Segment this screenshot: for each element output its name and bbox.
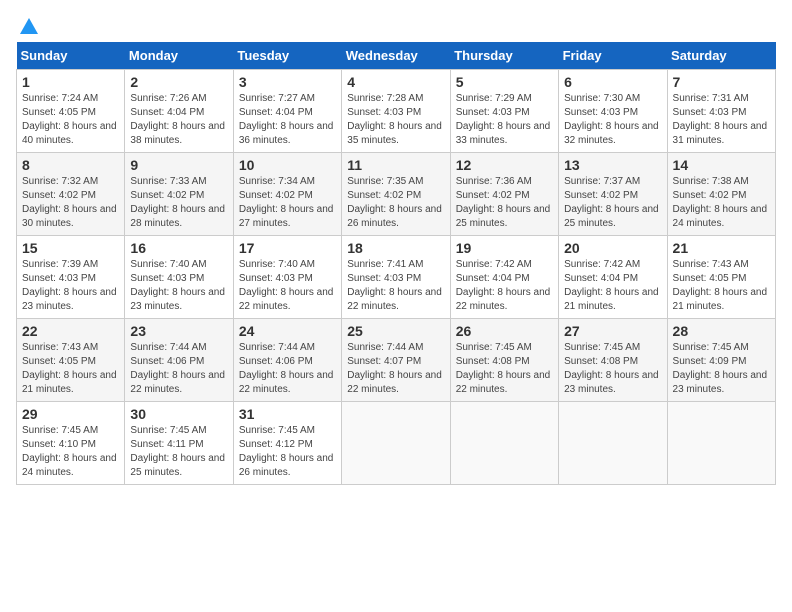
calendar-cell: 10Sunrise: 7:34 AMSunset: 4:02 PMDayligh…	[233, 153, 341, 236]
calendar-table: SundayMondayTuesdayWednesdayThursdayFrid…	[16, 42, 776, 485]
calendar-cell: 7Sunrise: 7:31 AMSunset: 4:03 PMDaylight…	[667, 70, 775, 153]
calendar-cell: 1Sunrise: 7:24 AMSunset: 4:05 PMDaylight…	[17, 70, 125, 153]
calendar-cell: 29Sunrise: 7:45 AMSunset: 4:10 PMDayligh…	[17, 402, 125, 485]
calendar-cell: 3Sunrise: 7:27 AMSunset: 4:04 PMDaylight…	[233, 70, 341, 153]
calendar-cell: 24Sunrise: 7:44 AMSunset: 4:06 PMDayligh…	[233, 319, 341, 402]
calendar-cell: 11Sunrise: 7:35 AMSunset: 4:02 PMDayligh…	[342, 153, 450, 236]
calendar-cell	[667, 402, 775, 485]
calendar-cell: 30Sunrise: 7:45 AMSunset: 4:11 PMDayligh…	[125, 402, 233, 485]
calendar-cell	[450, 402, 558, 485]
calendar-cell: 28Sunrise: 7:45 AMSunset: 4:09 PMDayligh…	[667, 319, 775, 402]
calendar-cell: 17Sunrise: 7:40 AMSunset: 4:03 PMDayligh…	[233, 236, 341, 319]
calendar-cell	[342, 402, 450, 485]
calendar-cell: 8Sunrise: 7:32 AMSunset: 4:02 PMDaylight…	[17, 153, 125, 236]
calendar-cell: 9Sunrise: 7:33 AMSunset: 4:02 PMDaylight…	[125, 153, 233, 236]
calendar-cell: 2Sunrise: 7:26 AMSunset: 4:04 PMDaylight…	[125, 70, 233, 153]
weekday-header-friday: Friday	[559, 42, 667, 70]
calendar-cell: 6Sunrise: 7:30 AMSunset: 4:03 PMDaylight…	[559, 70, 667, 153]
calendar-cell: 4Sunrise: 7:28 AMSunset: 4:03 PMDaylight…	[342, 70, 450, 153]
calendar-cell: 22Sunrise: 7:43 AMSunset: 4:05 PMDayligh…	[17, 319, 125, 402]
weekday-header-thursday: Thursday	[450, 42, 558, 70]
calendar-cell: 18Sunrise: 7:41 AMSunset: 4:03 PMDayligh…	[342, 236, 450, 319]
weekday-header-saturday: Saturday	[667, 42, 775, 70]
logo	[16, 16, 40, 34]
calendar-cell	[559, 402, 667, 485]
weekday-header-sunday: Sunday	[17, 42, 125, 70]
calendar-cell: 16Sunrise: 7:40 AMSunset: 4:03 PMDayligh…	[125, 236, 233, 319]
weekday-header-monday: Monday	[125, 42, 233, 70]
weekday-header-wednesday: Wednesday	[342, 42, 450, 70]
calendar-cell: 12Sunrise: 7:36 AMSunset: 4:02 PMDayligh…	[450, 153, 558, 236]
logo-icon	[18, 16, 40, 38]
calendar-cell: 31Sunrise: 7:45 AMSunset: 4:12 PMDayligh…	[233, 402, 341, 485]
calendar-cell: 21Sunrise: 7:43 AMSunset: 4:05 PMDayligh…	[667, 236, 775, 319]
calendar-cell: 19Sunrise: 7:42 AMSunset: 4:04 PMDayligh…	[450, 236, 558, 319]
calendar-cell: 15Sunrise: 7:39 AMSunset: 4:03 PMDayligh…	[17, 236, 125, 319]
calendar-cell: 14Sunrise: 7:38 AMSunset: 4:02 PMDayligh…	[667, 153, 775, 236]
calendar-cell: 13Sunrise: 7:37 AMSunset: 4:02 PMDayligh…	[559, 153, 667, 236]
calendar-cell: 27Sunrise: 7:45 AMSunset: 4:08 PMDayligh…	[559, 319, 667, 402]
calendar-cell: 5Sunrise: 7:29 AMSunset: 4:03 PMDaylight…	[450, 70, 558, 153]
calendar-cell: 20Sunrise: 7:42 AMSunset: 4:04 PMDayligh…	[559, 236, 667, 319]
calendar-cell: 25Sunrise: 7:44 AMSunset: 4:07 PMDayligh…	[342, 319, 450, 402]
calendar-cell: 23Sunrise: 7:44 AMSunset: 4:06 PMDayligh…	[125, 319, 233, 402]
weekday-header-tuesday: Tuesday	[233, 42, 341, 70]
calendar-cell: 26Sunrise: 7:45 AMSunset: 4:08 PMDayligh…	[450, 319, 558, 402]
